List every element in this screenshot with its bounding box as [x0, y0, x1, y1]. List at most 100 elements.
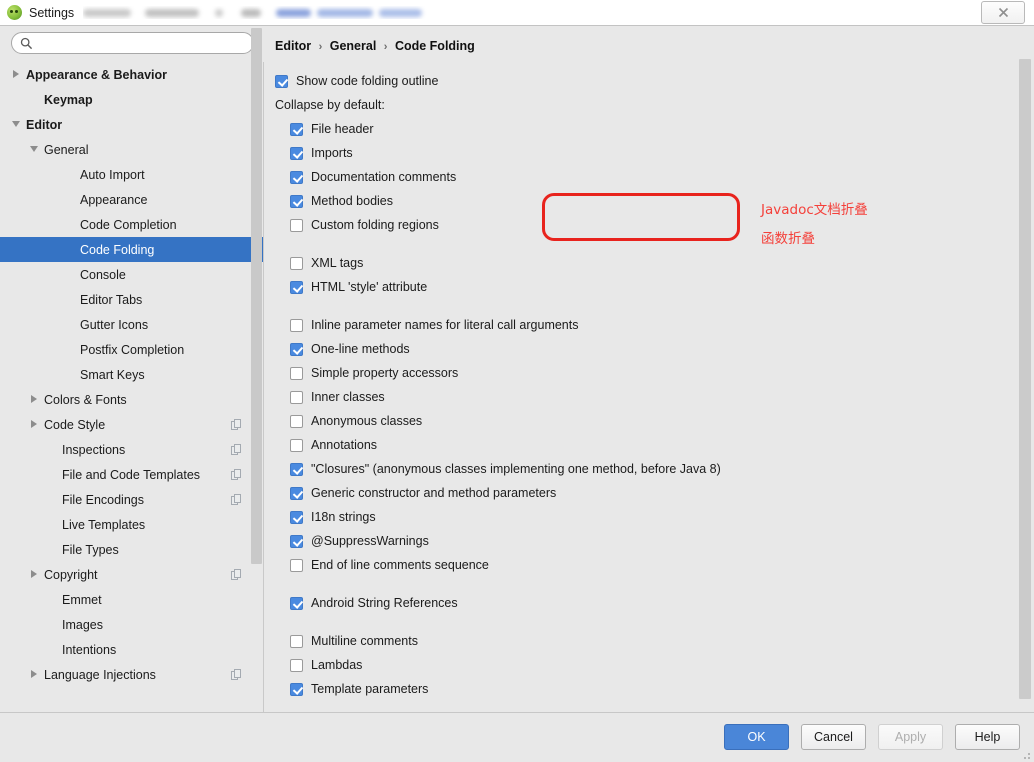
sidebar-item-appearance[interactable]: Appearance [0, 187, 263, 212]
chevron-collapsed-icon[interactable] [30, 395, 39, 404]
sidebar-scrollbar-thumb[interactable] [251, 28, 262, 564]
ok-button[interactable]: OK [724, 724, 789, 750]
sidebar-item-code-folding[interactable]: Code Folding [0, 237, 263, 262]
sidebar-item-appearance-behavior[interactable]: Appearance & Behavior [0, 62, 263, 87]
checkbox-checked-icon[interactable] [290, 170, 303, 184]
checkbox-row-android-string-references[interactable]: Android String References [264, 591, 1012, 615]
checkbox-unchecked-icon[interactable] [290, 390, 303, 404]
sidebar-item-images[interactable]: Images [0, 612, 263, 637]
checkbox-unchecked-icon[interactable] [290, 366, 303, 380]
sidebar-item-intentions[interactable]: Intentions [0, 637, 263, 662]
sidebar-item-file-types[interactable]: File Types [0, 537, 263, 562]
chevron-expanded-icon[interactable] [12, 120, 21, 129]
sidebar-item-code-completion[interactable]: Code Completion [0, 212, 263, 237]
sidebar-item-gutter-icons[interactable]: Gutter Icons [0, 312, 263, 337]
content-scrollbar-thumb[interactable] [1019, 59, 1031, 699]
chevron-collapsed-icon[interactable] [30, 420, 39, 429]
checkbox-unchecked-icon[interactable] [290, 414, 303, 428]
breadcrumb-general[interactable]: General [330, 39, 377, 53]
checkbox-row-documentation-comments[interactable]: Documentation comments [264, 165, 1012, 189]
checkbox-row-template-parameters[interactable]: Template parameters [264, 677, 1012, 701]
checkbox-checked-icon[interactable] [290, 280, 303, 294]
settings-dialog: Appearance & Behavior Keymap Editor General… [0, 25, 1034, 762]
resize-grip[interactable] [1020, 749, 1032, 761]
checkbox-row-file-header[interactable]: File header [264, 117, 1012, 141]
sidebar-item-console[interactable]: Console [0, 262, 263, 287]
chevron-collapsed-icon[interactable] [30, 670, 39, 679]
checkbox-checked-icon[interactable] [290, 596, 303, 610]
sidebar-item-file-encodings[interactable]: File Encodings [0, 487, 263, 512]
sidebar-item-emmet[interactable]: Emmet [0, 587, 263, 612]
checkbox-row-generic-constructor-and-method-parameter[interactable]: Generic constructor and method parameter… [264, 481, 1012, 505]
breadcrumb-code-folding: Code Folding [394, 39, 475, 53]
checkbox-row-custom-folding-regions[interactable]: Custom folding regions [264, 213, 1012, 237]
sidebar-item-keymap[interactable]: Keymap [0, 87, 263, 112]
checkbox-checked-icon[interactable] [290, 486, 303, 500]
checkbox-checked-icon[interactable] [290, 342, 303, 356]
sidebar-item-editor-tabs[interactable]: Editor Tabs [0, 287, 263, 312]
chevron-collapsed-icon[interactable] [30, 570, 39, 579]
checkbox-unchecked-icon[interactable] [290, 318, 303, 332]
chevron-collapsed-icon[interactable] [12, 70, 21, 79]
sidebar-item-live-templates[interactable]: Live Templates [0, 512, 263, 537]
checkbox-row-imports[interactable]: Imports [264, 141, 1012, 165]
sidebar-item-label: Console [80, 267, 126, 282]
checkbox-unchecked-icon[interactable] [290, 558, 303, 572]
checkbox-row-simple-property-accessors[interactable]: Simple property accessors [264, 361, 1012, 385]
checkbox-row-anonymous-classes[interactable]: Anonymous classes [264, 409, 1012, 433]
checkbox-row-one-line-methods[interactable]: One-line methods [264, 337, 1012, 361]
sidebar-item-postfix-completion[interactable]: Postfix Completion [0, 337, 263, 362]
chevron-expanded-icon[interactable] [30, 145, 39, 154]
sidebar-item-label: File Types [62, 542, 119, 557]
checkbox-row-html-style-attribute[interactable]: HTML 'style' attribute [264, 275, 1012, 299]
checkbox-checked-icon[interactable] [290, 682, 303, 696]
checkbox-unchecked-icon[interactable] [290, 218, 303, 232]
sidebar-item-file-and-code-templates[interactable]: File and Code Templates [0, 462, 263, 487]
checkbox-row-method-bodies[interactable]: Method bodies [264, 189, 1012, 213]
checkbox-row-inline-parameter-names-for-literal-call-[interactable]: Inline parameter names for literal call … [264, 313, 1012, 337]
checkbox-row-lambdas[interactable]: Lambdas [264, 653, 1012, 677]
checkbox-unchecked-icon[interactable] [290, 256, 303, 270]
sidebar-item-smart-keys[interactable]: Smart Keys [0, 362, 263, 387]
close-button[interactable] [981, 1, 1025, 24]
search-box[interactable] [11, 32, 254, 54]
checkbox-unchecked-icon[interactable] [290, 658, 303, 672]
sidebar-item-code-style[interactable]: Code Style [0, 412, 263, 437]
search-input[interactable] [33, 34, 253, 52]
checkbox-unchecked-icon[interactable] [290, 634, 303, 648]
sidebar-item-editor[interactable]: Editor [0, 112, 263, 137]
checkbox-row-i18n-strings[interactable]: I18n strings [264, 505, 1012, 529]
sidebar-item-copyright[interactable]: Copyright [0, 562, 263, 587]
checkbox-checked-icon[interactable] [290, 146, 303, 160]
checkbox-row-xml-tags[interactable]: XML tags [264, 251, 1012, 275]
checkbox-row-closures-anonymous-classes-implementing-[interactable]: "Closures" (anonymous classes implementi… [264, 457, 1012, 481]
sidebar-item-general[interactable]: General [0, 137, 263, 162]
cancel-button[interactable]: Cancel [801, 724, 866, 750]
checkbox-checked-icon[interactable] [290, 534, 303, 548]
checkbox-row-end-of-line-comments-sequence[interactable]: End of line comments sequence [264, 553, 1012, 577]
help-button[interactable]: Help [955, 724, 1020, 750]
sidebar-item-colors-fonts[interactable]: Colors & Fonts [0, 387, 263, 412]
checkbox-row-suppresswarnings[interactable]: @SuppressWarnings [264, 529, 1012, 553]
content-scrollbar[interactable] [1019, 29, 1031, 709]
checkbox-row-show-code-folding-outline[interactable]: Show code folding outline [264, 69, 1012, 93]
sidebar-item-language-injections[interactable]: Language Injections [0, 662, 263, 687]
breadcrumb-editor[interactable]: Editor [275, 39, 311, 53]
checkbox-row-inner-classes[interactable]: Inner classes [264, 385, 1012, 409]
checkbox-checked-icon[interactable] [290, 510, 303, 524]
checkbox-row-multiline-comments[interactable]: Multiline comments [264, 629, 1012, 653]
checkbox-checked-icon[interactable] [275, 74, 288, 88]
sidebar-item-auto-import[interactable]: Auto Import [0, 162, 263, 187]
sidebar-item-inspections[interactable]: Inspections [0, 437, 263, 462]
checkbox-checked-icon[interactable] [290, 122, 303, 136]
sidebar-scrollbar[interactable] [251, 28, 262, 674]
checkbox-checked-icon[interactable] [290, 462, 303, 476]
checkbox-row-annotations[interactable]: Annotations [264, 433, 1012, 457]
settings-tree[interactable]: Appearance & Behavior Keymap Editor General… [0, 62, 264, 712]
checkbox-unchecked-icon[interactable] [290, 438, 303, 452]
checkbox-label: Anonymous classes [311, 414, 423, 428]
checkbox-checked-icon[interactable] [290, 194, 303, 208]
